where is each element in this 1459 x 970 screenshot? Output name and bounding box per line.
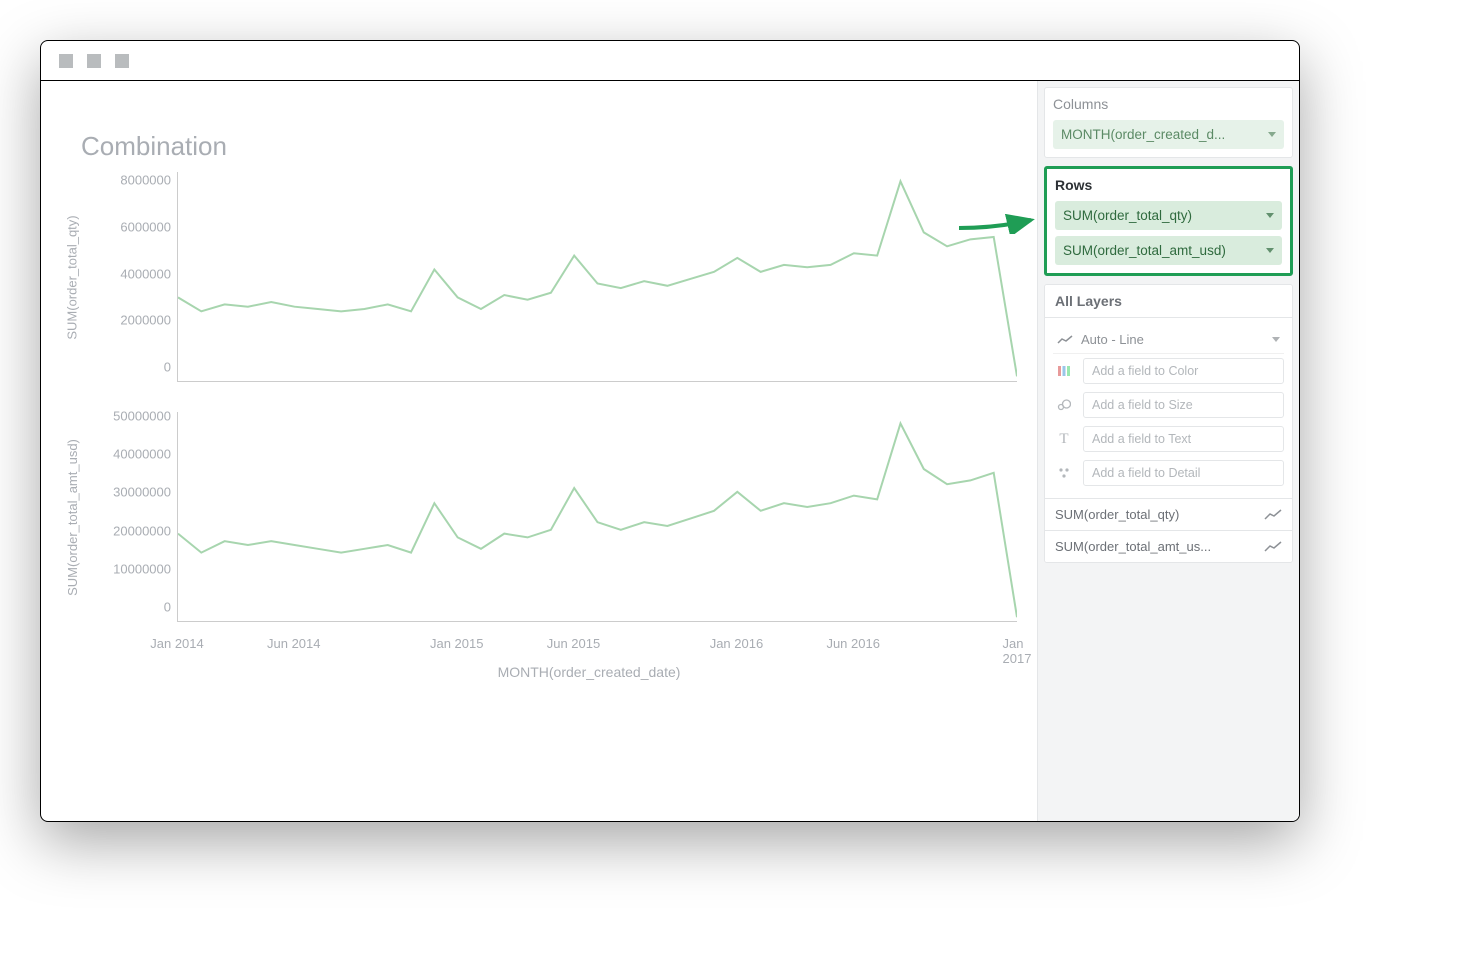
- y-tick: 0: [164, 600, 171, 615]
- chart-type-select[interactable]: Auto - Line: [1053, 326, 1284, 354]
- y-tick: 8000000: [120, 173, 171, 188]
- x-tick: Jan 2017: [1003, 636, 1032, 666]
- size-field[interactable]: Add a field to Size: [1083, 392, 1284, 418]
- app-window: Combination SUM(order_total_qty) 0 2000000…: [40, 40, 1300, 822]
- text-icon: T: [1053, 428, 1075, 450]
- y-axis-label: SUM(order_total_qty): [65, 215, 80, 339]
- y-tick: 4000000: [120, 266, 171, 281]
- layers-title: All Layers: [1045, 285, 1292, 318]
- sidebar: Columns MONTH(order_created_d... Rows SU…: [1037, 81, 1299, 821]
- row-pill-label: SUM(order_total_amt_usd): [1063, 243, 1226, 258]
- window-control[interactable]: [59, 54, 73, 68]
- layer-item[interactable]: SUM(order_total_amt_us...: [1045, 530, 1292, 562]
- rows-title: Rows: [1055, 177, 1282, 193]
- plot: [177, 412, 1017, 622]
- chart-type-label: Auto - Line: [1081, 332, 1144, 347]
- text-field[interactable]: Add a field to Text: [1083, 426, 1284, 452]
- y-tick: 10000000: [113, 561, 171, 576]
- x-tick: Jan 2016: [710, 636, 764, 651]
- chevron-down-icon: [1266, 213, 1274, 218]
- x-axis-label: MONTH(order_created_date): [161, 664, 1017, 680]
- color-field[interactable]: Add a field to Color: [1083, 358, 1284, 384]
- columns-title: Columns: [1053, 96, 1284, 112]
- chart-title: Combination: [81, 131, 1017, 162]
- layer-item[interactable]: SUM(order_total_qty): [1045, 498, 1292, 530]
- y-tick: 50000000: [113, 409, 171, 424]
- rows-panel: Rows SUM(order_total_qty) SUM(order_tota…: [1044, 166, 1293, 276]
- plot: [177, 172, 1017, 382]
- line-chart-icon: [1264, 509, 1282, 521]
- line-chart-icon: [1264, 541, 1282, 553]
- y-tick: 2000000: [120, 313, 171, 328]
- y-tick: 6000000: [120, 220, 171, 235]
- window-control[interactable]: [115, 54, 129, 68]
- layer-item-label: SUM(order_total_qty): [1055, 507, 1179, 522]
- x-tick: Jan 2015: [430, 636, 484, 651]
- y-axis-label: SUM(order_total_amt_usd): [65, 439, 80, 596]
- layers-panel: All Layers Auto - Line Add a field t: [1044, 284, 1293, 563]
- row-pill-label: SUM(order_total_qty): [1063, 208, 1192, 223]
- column-pill-label: MONTH(order_created_d...: [1061, 127, 1225, 142]
- y-tick: 0: [164, 360, 171, 375]
- row-pill[interactable]: SUM(order_total_qty): [1055, 201, 1282, 230]
- detail-field[interactable]: Add a field to Detail: [1083, 460, 1284, 486]
- y-tick: 40000000: [113, 447, 171, 462]
- size-icon: [1053, 394, 1075, 416]
- titlebar: [41, 41, 1299, 81]
- chevron-down-icon: [1266, 248, 1274, 253]
- detail-icon: [1053, 462, 1075, 484]
- color-icon: [1053, 360, 1075, 382]
- x-tick: Jun 2016: [826, 636, 880, 651]
- window-control[interactable]: [87, 54, 101, 68]
- row-pill[interactable]: SUM(order_total_amt_usd): [1055, 236, 1282, 265]
- x-tick: Jan 2014: [150, 636, 204, 651]
- y-tick: 20000000: [113, 523, 171, 538]
- content: Combination SUM(order_total_qty) 0 2000000…: [41, 81, 1299, 821]
- x-tick: Jun 2015: [547, 636, 601, 651]
- chevron-down-icon: [1272, 337, 1280, 342]
- layer-item-label: SUM(order_total_amt_us...: [1055, 539, 1211, 554]
- columns-panel: Columns MONTH(order_created_d...: [1044, 87, 1293, 158]
- chart-area: Combination SUM(order_total_qty) 0 2000000…: [41, 81, 1037, 821]
- column-pill[interactable]: MONTH(order_created_d...: [1053, 120, 1284, 149]
- x-tick: Jun 2014: [267, 636, 321, 651]
- y-tick: 30000000: [113, 485, 171, 500]
- line-chart-icon: [1057, 335, 1073, 345]
- chevron-down-icon: [1268, 132, 1276, 137]
